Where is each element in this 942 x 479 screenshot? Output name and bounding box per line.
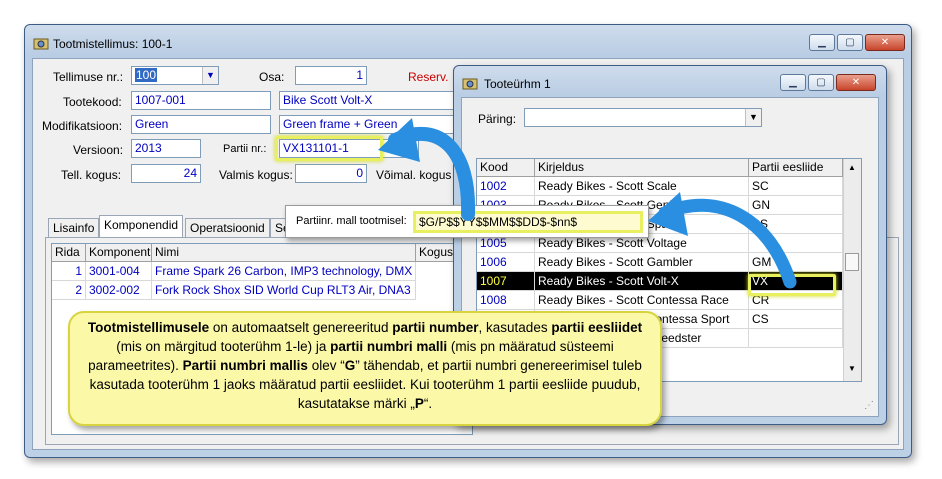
callout-text-14: “. xyxy=(423,396,433,411)
grid-cell-kood-selected[interactable]: 1007 xyxy=(477,272,535,291)
batch-template-field[interactable]: $G/P$$YY$$MM$$DD$-$nn$ xyxy=(413,211,643,233)
order-no-value: 100 xyxy=(135,68,158,82)
grid-cell-eesliide xyxy=(749,234,843,253)
order-no-label: Tellimuse nr.: xyxy=(53,70,124,84)
grid-cell-komponent[interactable]: 3002-002 xyxy=(86,281,152,300)
callout-text-7: partii numbri malli xyxy=(330,339,448,354)
grid-cell-eesliide xyxy=(749,329,843,348)
minimize-icon[interactable]: ▁ xyxy=(780,74,806,91)
grid-header-kood[interactable]: Kood xyxy=(477,159,535,177)
group-window-controls: ▁ ▢ ✕ xyxy=(780,74,876,91)
app-icon xyxy=(33,37,49,51)
scroll-up-icon[interactable]: ▲ xyxy=(848,163,856,172)
grid-cell-eesliide: GN xyxy=(749,196,843,215)
grid-cell-kirjeldus: Ready Bikes - Scott Gambler xyxy=(535,253,749,272)
reserv-label: Reserv. xyxy=(408,70,449,84)
scroll-thumb[interactable] xyxy=(845,253,859,271)
grid-cell-kood[interactable]: 1006 xyxy=(477,253,535,272)
batch-template-tooltip: Partiinr. mall tootmisel: $G/P$$YY$$MM$$… xyxy=(285,205,649,238)
batch-no-label: Partii nr.: xyxy=(223,143,267,155)
callout-text-13: P xyxy=(414,396,424,411)
window-title: Tootmistellimus: 100-1 xyxy=(53,37,173,51)
app-icon xyxy=(462,77,478,91)
chevron-down-icon[interactable]: ▼ xyxy=(202,67,218,84)
grid-cell-rida: 2 xyxy=(52,281,86,300)
maximize-icon[interactable]: ▢ xyxy=(808,74,834,91)
callout-text-6: (mis on märgitud tooterühm 1-le) ja xyxy=(116,339,331,354)
modification-desc-field[interactable]: Green frame + Green xyxy=(279,115,459,134)
callout-text-4: , kasutades xyxy=(478,320,552,335)
grid-cell-kood[interactable]: 1008 xyxy=(477,291,535,310)
close-icon[interactable]: ✕ xyxy=(865,34,905,51)
close-icon[interactable]: ✕ xyxy=(836,74,876,91)
modification-field[interactable]: Green xyxy=(131,115,271,134)
scroll-down-icon[interactable]: ▼ xyxy=(848,364,856,373)
product-name-field[interactable]: Bike Scott Volt-X xyxy=(279,91,459,110)
window-controls: ▁ ▢ ✕ xyxy=(809,34,905,51)
grid-header-nimi[interactable]: Nimi xyxy=(152,244,416,262)
version-label: Versioon: xyxy=(73,143,124,157)
batch-no-highlight xyxy=(275,136,383,161)
grid-cell-eesliide: SC xyxy=(749,177,843,196)
order-no-field[interactable]: 100 ▼ xyxy=(131,66,219,85)
grid-header-komponent[interactable]: Komponent xyxy=(86,244,152,262)
callout-text-5: partii eesliidet xyxy=(551,320,643,335)
grid-cell-kirjeldus: Ready Bikes - Scott Contessa Race xyxy=(535,291,749,310)
part-field[interactable]: 1 xyxy=(295,66,367,85)
callout-text-11: G xyxy=(344,358,356,373)
info-callout: Tootmistellimusele on automaatselt gener… xyxy=(68,311,662,426)
callout-text-2: on automaatselt genereeritud xyxy=(209,320,393,335)
grid-cell-eesliide: GM xyxy=(749,253,843,272)
callout-text-10: olev “ xyxy=(307,358,345,373)
part-label: Osa: xyxy=(259,70,285,84)
grid-header-eesliide[interactable]: Partii eesliide xyxy=(749,159,843,177)
finished-qty-label: Valmis kogus: xyxy=(219,168,293,182)
grid-cell-kirjeldus: Ready Bikes - Scott Scale xyxy=(535,177,749,196)
callout-text-9: Partii numbri mallis xyxy=(182,358,308,373)
grid-cell-kood[interactable]: 1002 xyxy=(477,177,535,196)
tab-komponendid[interactable]: Komponendid xyxy=(99,215,184,238)
grid-cell-kirjeldus-selected: Ready Bikes - Scott Volt-X xyxy=(535,272,749,291)
grid-cell-eesliide: CS xyxy=(749,310,843,329)
grid-cell-rida: 1 xyxy=(52,262,86,281)
minimize-icon[interactable]: ▁ xyxy=(809,34,835,51)
product-code-label: Tootekood: xyxy=(63,95,122,109)
tab-operatsioonid[interactable]: Operatsioonid xyxy=(185,218,270,238)
modification-label: Modifikatsioon: xyxy=(42,119,123,133)
vertical-scrollbar[interactable]: ▲ ▼ xyxy=(843,159,861,381)
chevron-down-icon[interactable]: ▼ xyxy=(745,109,761,126)
grid-header-kirjeldus[interactable]: Kirjeldus xyxy=(535,159,749,177)
query-label: Päring: xyxy=(478,112,517,126)
grid-cell-nimi: Frame Spark 26 Carbon, IMP3 technology, … xyxy=(152,262,416,281)
ordered-qty-label: Tell. kogus: xyxy=(61,168,122,182)
grid-cell-komponent[interactable]: 3001-004 xyxy=(86,262,152,281)
finished-qty-field[interactable]: 0 xyxy=(295,164,367,183)
ordered-qty-field[interactable]: 24 xyxy=(131,164,201,183)
maximize-icon[interactable]: ▢ xyxy=(837,34,863,51)
grid-cell-eesliide: SS xyxy=(749,215,843,234)
grid-cell-nimi: Fork Rock Shox SID World Cup RLT3 Air, D… xyxy=(152,281,416,300)
grid-header-rida[interactable]: Rida xyxy=(52,244,86,262)
version-field[interactable]: 2013 xyxy=(131,139,201,158)
product-code-field[interactable]: 1007-001 xyxy=(131,91,271,110)
resize-grip-icon[interactable]: ⋰ xyxy=(864,400,874,411)
possible-qty-label: Võimal. kogus xyxy=(376,168,452,182)
prefix-highlight xyxy=(748,274,836,296)
query-field[interactable]: ▼ xyxy=(524,108,762,127)
callout-text-1: Tootmistellimusele xyxy=(87,320,210,335)
group-window-title: Tooteürhm 1 xyxy=(484,77,551,91)
tab-lisainfo[interactable]: Lisainfo xyxy=(48,218,100,238)
batch-template-label: Partiinr. mall tootmisel: xyxy=(296,215,407,227)
callout-text-3: partii number xyxy=(392,320,479,335)
